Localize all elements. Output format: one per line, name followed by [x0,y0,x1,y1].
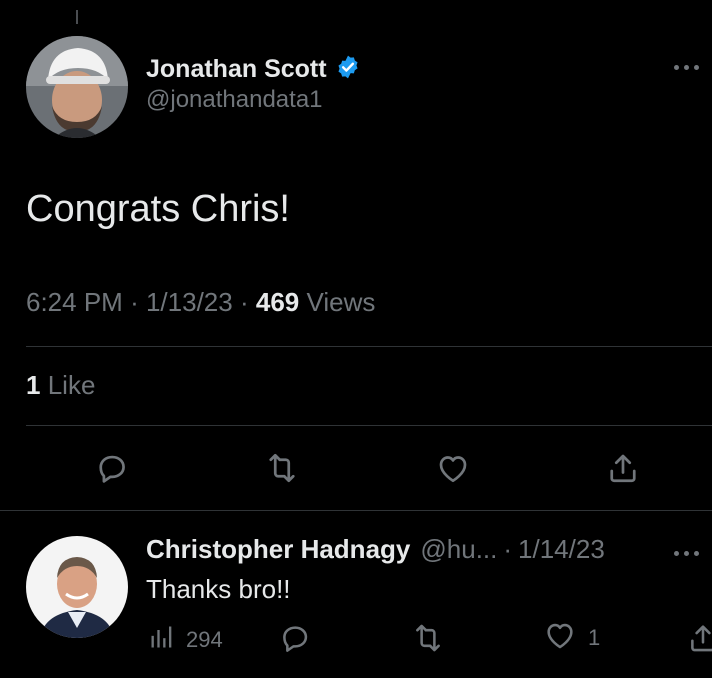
tweet-meta: 6:24 PM · 1/13/23 · 469 Views [26,287,375,318]
reply-header: Christopher Hadnagy @hu... · 1/14/23 [146,534,605,565]
divider [26,346,712,347]
retweet-icon[interactable] [260,446,304,490]
reply-author-name[interactable]: Christopher Hadnagy [146,534,410,565]
tweet-date[interactable]: 1/13/23 [146,287,233,317]
reply-like[interactable]: 1 [542,621,600,655]
reply-like-icon [542,618,578,658]
meta-separator: · [239,287,249,317]
reply-more-options-icon[interactable] [674,548,704,558]
reply-reply-icon[interactable] [278,621,312,655]
verified-badge-icon [335,54,361,85]
reply-views[interactable]: 294 [148,623,223,657]
reply-author-avatar[interactable] [26,536,128,638]
views-chart-icon [148,623,176,657]
reply-date[interactable]: 1/14/23 [518,534,605,565]
meta-separator: · [130,287,139,317]
reply-separator: · [503,534,513,564]
author-info: Jonathan Scott @jonathandata1 [146,54,361,114]
likes-count: 1 [26,370,41,400]
author-avatar[interactable] [26,36,128,138]
tweet-time[interactable]: 6:24 PM [26,287,123,317]
reply-icon[interactable] [90,446,134,490]
reply-retweet-icon[interactable] [410,621,446,655]
divider [26,425,712,426]
author-handle[interactable]: @jonathandata1 [146,86,361,114]
divider [0,510,712,511]
likes-label: Like [47,370,96,400]
reply-text: Thanks bro!! [146,574,291,604]
reply-author-handle[interactable]: @hu... [420,534,497,565]
like-icon[interactable] [431,446,475,490]
views-count: 469 [255,287,300,317]
likes-summary[interactable]: 1 Like [26,370,95,401]
share-icon[interactable] [601,446,645,490]
thread-connector-line [76,10,78,24]
views-label: Views [306,287,376,317]
tweet-text: Congrats Chris! [26,188,290,230]
reply-like-count: 1 [588,625,601,650]
more-options-icon[interactable] [674,62,704,72]
author-display-name[interactable]: Jonathan Scott [146,55,327,84]
reply-views-count: 294 [186,627,223,652]
reply-share-icon[interactable] [686,621,712,655]
